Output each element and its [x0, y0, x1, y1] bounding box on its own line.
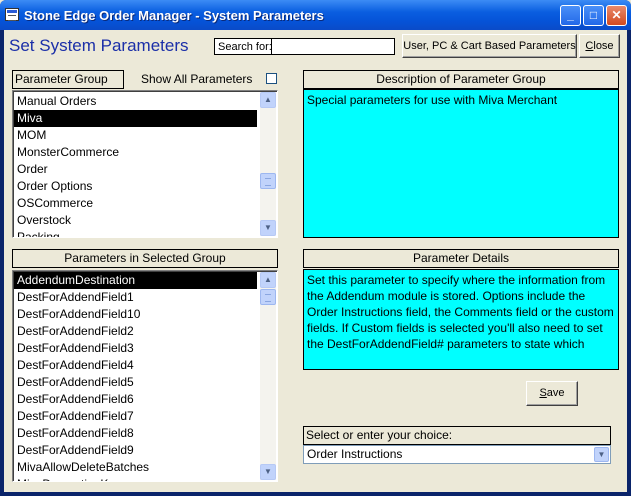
parameter-group-list[interactable]: Manual Orders Miva MOM MonsterCommerce Order… [12, 90, 278, 238]
description-text[interactable]: Special parameters for use with Miva Mer… [303, 89, 619, 238]
scroll-up-icon[interactable]: ▲ [260, 92, 276, 108]
close-button[interactable]: Close [579, 34, 620, 58]
list-item[interactable]: Miva [14, 110, 257, 127]
parameter-group-label: Parameter Group [12, 70, 124, 89]
list-item[interactable]: Overstock [14, 212, 257, 229]
parameters-scrollbar[interactable]: ▲ ▼ [260, 272, 276, 480]
search-label: Search for: [214, 38, 276, 55]
user-pc-cart-parameters-button[interactable]: User, PC & Cart Based Parameters [402, 34, 577, 58]
list-item[interactable]: OSCommerce [14, 195, 257, 212]
scroll-down-icon[interactable]: ▼ [260, 464, 276, 480]
close-window-button[interactable]: ✕ [606, 5, 627, 26]
list-item[interactable]: AddendumDestination [14, 272, 257, 289]
list-item[interactable]: DestForAddendField10 [14, 306, 257, 323]
parameter-details-label: Parameter Details [303, 249, 619, 268]
list-item[interactable]: DestForAddendField4 [14, 357, 257, 374]
window-title: Stone Edge Order Manager - System Parame… [24, 8, 324, 23]
parameters-list[interactable]: AddendumDestination DestForAddendField1 De… [12, 270, 278, 482]
list-item[interactable]: MOM [14, 127, 257, 144]
list-item[interactable]: DestForAddendField7 [14, 408, 257, 425]
choice-combobox[interactable]: Order Instructions ▼ [303, 445, 611, 464]
choice-value: Order Instructions [307, 447, 403, 461]
parameter-details-text[interactable]: Set this parameter to specify where the … [303, 269, 619, 370]
list-item[interactable]: MivaAllowDeleteBatches [14, 459, 257, 476]
app-window: Stone Edge Order Manager - System Parame… [0, 0, 631, 496]
parameter-group-scrollbar[interactable]: ▲ ▼ [260, 92, 276, 236]
list-item[interactable]: MonsterCommerce [14, 144, 257, 161]
list-item[interactable]: Order [14, 161, 257, 178]
list-item[interactable]: Order Options [14, 178, 257, 195]
list-item[interactable]: Packing [14, 229, 257, 237]
title-bar[interactable]: Stone Edge Order Manager - System Parame… [0, 0, 631, 30]
search-input[interactable] [271, 38, 395, 55]
show-all-parameters-checkbox[interactable] [266, 73, 277, 84]
minimize-button[interactable]: _ [560, 5, 581, 26]
list-item[interactable]: DestForAddendField8 [14, 425, 257, 442]
list-item[interactable]: DestForAddendField5 [14, 374, 257, 391]
parameters-label: Parameters in Selected Group [12, 249, 278, 268]
maximize-button[interactable]: □ [583, 5, 604, 26]
show-all-parameters-label: Show All Parameters [141, 72, 253, 86]
save-button[interactable]: Save [526, 381, 578, 406]
list-item[interactable]: Manual Orders [14, 93, 257, 110]
scroll-up-icon[interactable]: ▲ [260, 272, 276, 288]
description-label: Description of Parameter Group [303, 70, 619, 89]
form-body: Set System Parameters Search for: User, … [4, 30, 627, 492]
list-item[interactable]: DestForAddendField9 [14, 442, 257, 459]
chevron-down-icon[interactable]: ▼ [594, 447, 609, 462]
scroll-down-icon[interactable]: ▼ [260, 220, 276, 236]
page-title: Set System Parameters [9, 36, 189, 55]
scroll-thumb[interactable] [260, 289, 276, 305]
list-item[interactable]: DestForAddendField1 [14, 289, 257, 306]
list-item[interactable]: DestForAddendField2 [14, 323, 257, 340]
list-item[interactable]: MivaDecorationKey [14, 476, 257, 481]
list-item[interactable]: DestForAddendField3 [14, 340, 257, 357]
list-item[interactable]: DestForAddendField6 [14, 391, 257, 408]
scroll-thumb[interactable] [260, 173, 276, 189]
choice-label: Select or enter your choice: [303, 426, 611, 445]
app-icon[interactable] [5, 8, 19, 21]
